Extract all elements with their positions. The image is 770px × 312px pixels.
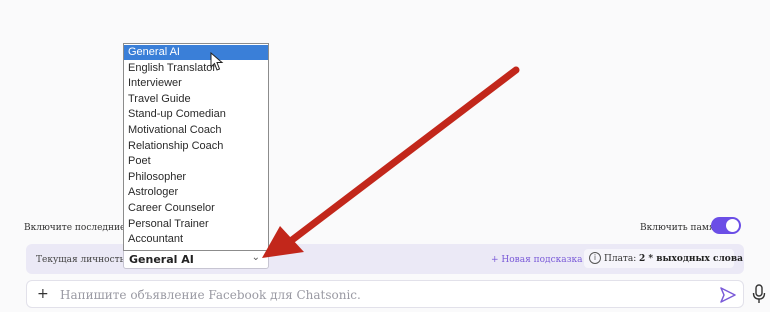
message-input-placeholder: Напишите объявление Facebook для Chatson… — [60, 288, 361, 302]
message-input[interactable]: + Напишите объявление Facebook для Chats… — [26, 280, 744, 308]
mic-icon[interactable] — [752, 284, 766, 304]
fee-box: i Плата: 2 * выходных слова — [584, 249, 743, 268]
memory-hint: Включите последние д — [24, 223, 134, 233]
persona-option[interactable]: Stand-up Comedian — [124, 107, 268, 122]
persona-option[interactable]: Travel Guide — [124, 92, 268, 107]
plus-icon[interactable]: + — [37, 286, 49, 302]
persona-select[interactable]: General AI ⌄ — [123, 248, 269, 269]
persona-option[interactable]: Career Counselor — [124, 201, 268, 216]
persona-option[interactable]: Philosopher — [124, 170, 268, 185]
chevron-down-icon: ⌄ — [251, 252, 260, 263]
persona-option[interactable]: English Translator — [124, 61, 268, 76]
persona-option[interactable]: Poet — [124, 154, 268, 169]
persona-selected-value: General AI — [129, 253, 194, 266]
persona-dropdown-list: General AI English Translator Interviewer T… — [123, 43, 269, 251]
mouse-cursor-icon — [210, 52, 224, 71]
persona-label: Текущая личность: — [36, 255, 128, 265]
fee-label: Плата: — [604, 254, 637, 264]
chat-area — [0, 0, 770, 215]
persona-option[interactable]: Interviewer — [124, 76, 268, 91]
persona-option[interactable]: Motivational Coach — [124, 123, 268, 138]
fee-value: 2 * выходных слова — [639, 254, 743, 264]
new-prompt-link[interactable]: + Новая подсказка — [491, 255, 583, 265]
chat-screen: Включите последние д Включить память: Те… — [0, 0, 770, 312]
persona-option[interactable]: General AI — [124, 45, 268, 60]
persona-option[interactable]: Accountant — [124, 232, 268, 247]
send-icon[interactable] — [719, 287, 737, 303]
memory-toggle[interactable] — [711, 217, 741, 234]
toggle-knob — [726, 219, 739, 232]
memory-row: Включите последние д Включить память: — [0, 215, 770, 241]
persona-option[interactable]: Astrologer — [124, 185, 268, 200]
persona-option[interactable]: Relationship Coach — [124, 139, 268, 154]
info-icon: i — [589, 252, 601, 264]
persona-option[interactable]: Personal Trainer — [124, 217, 268, 232]
